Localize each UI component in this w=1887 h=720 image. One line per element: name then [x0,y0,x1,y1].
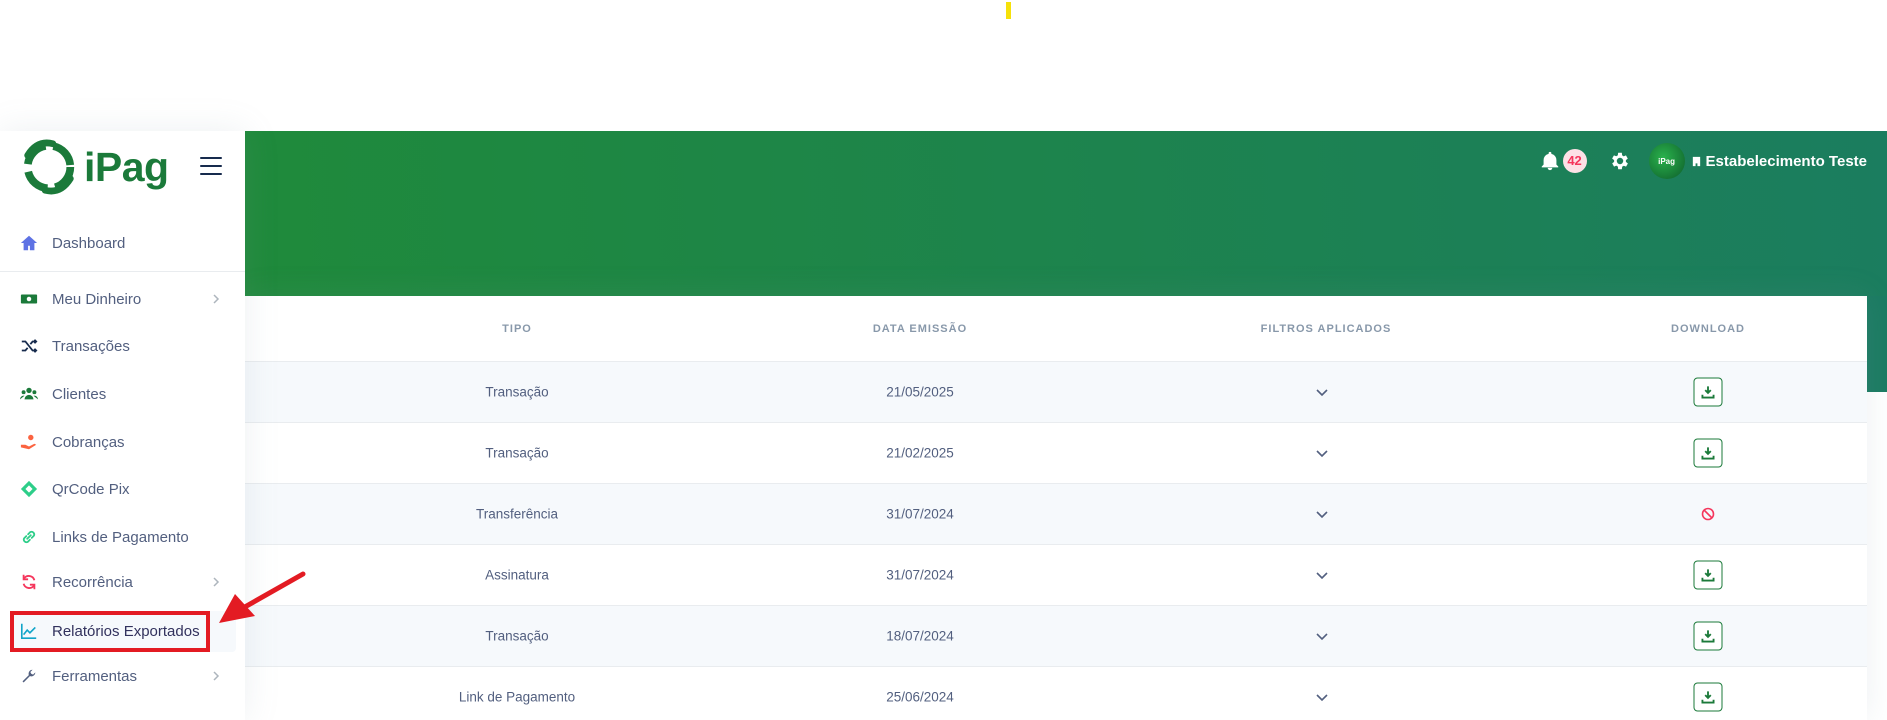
chevron-down-icon[interactable] [1315,690,1329,704]
download-icon [1701,630,1715,643]
notifications-button[interactable]: 42 [1539,149,1587,173]
money-icon [20,290,38,308]
ipag-logo-icon [23,139,75,195]
annotation-arrow-icon [219,571,306,623]
column-header-filtros-aplicados: Filtros Aplicados [1260,323,1392,335]
topbar: 42 iPag Estabelecimento Teste [1539,143,1867,179]
download-icon [1701,386,1715,399]
sidebar-item-cobrancas[interactable]: Cobranças [0,419,245,465]
reports-table-card: Tipo Data Emissão Filtros Aplicados Down… [245,296,1867,720]
hand-coin-icon [20,433,38,451]
sidebar-item-ferramentas[interactable]: Ferramentas [0,653,245,699]
column-header-tipo: Tipo [502,323,532,335]
refresh-icon [20,573,38,591]
cell-tipo: Transferência [475,506,559,522]
sidebar-divider [0,271,245,272]
sidebar-item-recorrencia[interactable]: Recorrência [0,559,245,605]
top-marker [1006,2,1011,19]
sidebar-item-label: Ferramentas [52,667,138,685]
sidebar-item-label: Meu Dinheiro [52,290,142,308]
chevron-right-icon [213,671,220,681]
chevron-down-icon[interactable] [1315,446,1329,460]
cell-data-emissao: 21/02/2025 [886,445,954,461]
cell-tipo: Transação [485,628,549,644]
table-row: Assinatura 31/07/2024 [245,545,1867,606]
download-icon [1701,691,1715,704]
wrench-icon [20,667,38,685]
sidebar-item-label: Links de Pagamento [52,528,189,546]
store-icon [1692,156,1700,166]
brand-logo[interactable]: iPag [18,136,169,198]
chevron-down-icon[interactable] [1315,568,1329,582]
chevron-right-icon [213,294,220,304]
cell-tipo: Transação [485,384,549,400]
sidebar-item-label: Transações [52,337,130,355]
column-header-download: Download [1671,323,1745,335]
shuffle-icon [20,337,38,355]
home-icon [20,234,38,252]
cell-data-emissao: 31/07/2024 [886,506,954,522]
pix-icon [20,480,38,498]
header-edge [1867,296,1887,392]
cell-tipo: Assinatura [485,567,549,583]
table-row: Transação 18/07/2024 [245,606,1867,667]
sidebar-item-dashboard[interactable]: Dashboard [0,220,245,266]
users-icon [20,385,38,403]
hamburger-line [200,157,222,159]
cell-data-emissao: 18/07/2024 [886,628,954,644]
cell-tipo: Link de Pagamento [458,689,576,705]
hamburger-line [200,165,222,167]
chevron-down-icon[interactable] [1315,385,1329,399]
sidebar-item-label: Cobranças [52,433,125,451]
hamburger-menu-button[interactable] [200,157,222,175]
table-row: Transferência 31/07/2024 [245,484,1867,545]
cell-tipo: Transação [485,445,549,461]
sidebar-item-clientes[interactable]: Clientes [0,371,245,417]
user-menu[interactable]: Estabelecimento Teste [1691,153,1867,170]
sidebar-item-label: Dashboard [52,234,126,252]
chevron-down-icon[interactable] [1315,629,1329,643]
avatar-text: iPag [1658,156,1675,166]
chevron-down-icon[interactable] [1315,507,1329,521]
cell-data-emissao: 25/06/2024 [886,689,954,705]
download-button[interactable] [1693,682,1723,712]
link-icon [20,528,38,546]
bell-icon [1541,151,1558,171]
gear-icon[interactable] [1609,150,1631,172]
sidebar-item-label: QrCode Pix [52,480,130,498]
sidebar-item-label: Recorrência [52,573,133,591]
highlight-box [10,611,210,652]
download-button[interactable] [1693,560,1723,590]
sidebar-item-transacoes[interactable]: Transações [0,323,245,369]
table-row: Link de Pagamento 25/06/2024 [245,667,1867,720]
page: 42 iPag Estabelecimento Teste iPag Dashb… [0,0,1887,720]
download-button[interactable] [1693,438,1723,468]
download-icon [1701,447,1715,460]
avatar[interactable]: iPag [1648,143,1685,179]
cell-data-emissao: 31/07/2024 [886,567,954,583]
sidebar-item-qrcode-pix[interactable]: QrCode Pix [0,466,245,512]
sidebar-item-meu-dinheiro[interactable]: Meu Dinheiro [0,276,245,322]
hamburger-line [200,173,222,175]
table-row: Transação 21/02/2025 [245,423,1867,484]
download-button[interactable] [1693,621,1723,651]
sidebar-item-links-de-pagamento[interactable]: Links de Pagamento [0,514,245,560]
download-icon [1701,569,1715,582]
table-row: Transação 21/05/2025 [245,362,1867,423]
column-header-data-emissao: Data Emissão [872,323,968,335]
table-header: Tipo Data Emissão Filtros Aplicados Down… [245,296,1867,362]
ban-icon [1701,507,1715,521]
sidebar-item-label: Clientes [52,385,107,403]
download-button[interactable] [1693,377,1723,407]
user-name: Estabelecimento Teste [1705,152,1867,170]
brand-name: iPag [84,143,169,190]
notification-badge: 42 [1562,149,1587,173]
sidebar: iPag Dashboard Meu Dinheiro Transações C… [0,131,245,720]
cell-data-emissao: 21/05/2025 [886,384,954,400]
